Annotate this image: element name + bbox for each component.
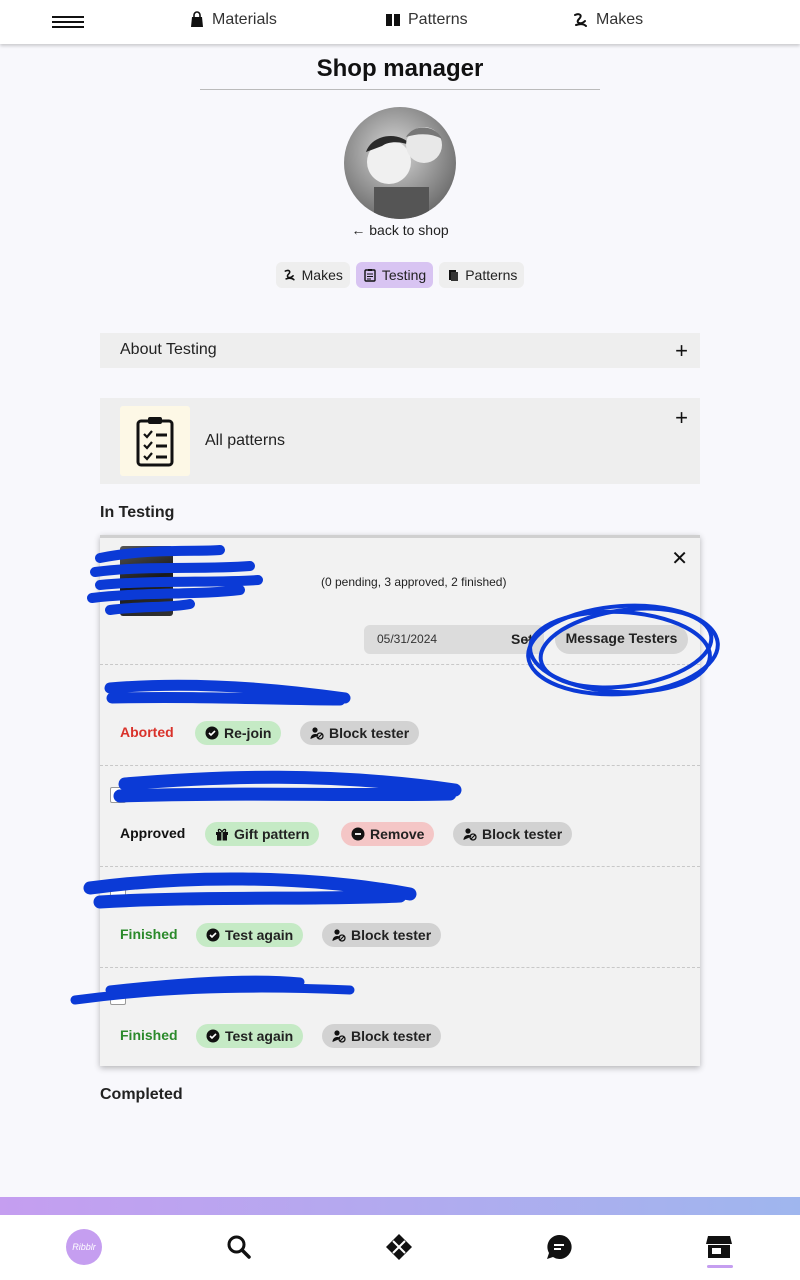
test-again-label: Test again [225, 1028, 294, 1044]
back-to-shop-link[interactable]: ← back to shop [300, 222, 500, 238]
shop-icon [706, 1236, 732, 1258]
tester-checkbox[interactable] [110, 888, 126, 904]
tab-testing[interactable]: Testing [355, 262, 434, 288]
test-again-button[interactable]: Test again [196, 1024, 304, 1048]
tab-patterns[interactable]: Patterns [439, 262, 525, 288]
minus-circle-icon [351, 827, 365, 841]
nav-makes-label: Makes [596, 11, 644, 28]
tester-checkbox[interactable] [110, 686, 126, 702]
block-tester-label: Block tester [482, 826, 563, 842]
block-user-icon [332, 929, 346, 942]
tester-status: Approved [120, 825, 186, 841]
clipboard-icon [364, 269, 376, 282]
tab-testing-label: Testing [381, 267, 427, 283]
tester-checkbox[interactable] [110, 989, 126, 1005]
chat-button[interactable] [541, 1229, 577, 1265]
tab-patterns-label: Patterns [465, 267, 518, 283]
patterns-button[interactable] [381, 1229, 417, 1265]
gift-pattern-button[interactable]: Gift pattern [205, 822, 320, 846]
tester-counts: (0 pending, 3 approved, 2 finished) [321, 575, 507, 589]
tester-row: Finished Test again Block tester [100, 866, 700, 967]
nav-materials[interactable]: Materials [188, 11, 277, 29]
pattern-icon [386, 1234, 412, 1260]
check-circle-icon [205, 726, 219, 740]
in-testing-heading: In Testing [100, 504, 175, 521]
block-tester-label: Block tester [351, 927, 432, 943]
tester-row: Finished Test again Block tester [100, 967, 700, 1068]
set-date-button[interactable]: Set [511, 631, 533, 647]
home-logo-button[interactable]: Ribblr [66, 1229, 102, 1265]
message-testers-button[interactable]: Message Testers [555, 625, 688, 654]
makes-icon [284, 269, 295, 281]
chat-icon [547, 1234, 572, 1259]
gift-icon [216, 828, 228, 841]
test-again-button[interactable]: Test again [196, 923, 304, 947]
shop-tabs: Makes Testing Patterns [0, 262, 800, 288]
rejoin-button[interactable]: Re-join [195, 721, 282, 745]
ribblr-logo: Ribblr [66, 1229, 102, 1265]
block-tester-button[interactable]: Block tester [322, 923, 442, 947]
search-button[interactable] [221, 1229, 257, 1265]
block-tester-label: Block tester [351, 1028, 432, 1044]
expand-plus-icon[interactable]: + [675, 338, 688, 364]
block-tester-button[interactable]: Block tester [453, 822, 573, 846]
tester-row: Approved Gift pattern Remove Block teste… [100, 765, 700, 866]
remove-button[interactable]: Remove [341, 822, 435, 846]
check-circle-icon [206, 1029, 220, 1043]
tester-checkbox[interactable] [110, 787, 126, 803]
pattern-thumbnail[interactable] [120, 546, 173, 616]
block-tester-button[interactable]: Block tester [300, 721, 420, 745]
clipboard-checklist-icon [120, 406, 190, 476]
deadline-date-value: 05/31/2024 [377, 632, 438, 646]
menu-icon[interactable] [52, 16, 84, 30]
nav-materials-label: Materials [212, 11, 277, 28]
block-tester-button[interactable]: Block tester [322, 1024, 442, 1048]
about-testing-label: About Testing [120, 341, 217, 358]
tester-status: Aborted [120, 724, 174, 740]
testing-pattern-card: (0 pending, 3 approved, 2 finished) ✕ 05… [100, 535, 700, 1066]
bottom-nav-bar: Ribblr [0, 1215, 800, 1280]
about-testing-panel[interactable]: About Testing + [100, 333, 700, 368]
bag-icon [191, 11, 203, 27]
shop-avatar [344, 107, 456, 219]
bottom-gradient-bar [0, 1197, 800, 1215]
active-tab-indicator [707, 1265, 733, 1268]
book-icon [386, 14, 400, 26]
block-user-icon [332, 1030, 346, 1043]
all-patterns-panel[interactable]: All patterns + [100, 398, 700, 484]
gift-pattern-label: Gift pattern [234, 826, 310, 842]
block-tester-label: Block tester [329, 725, 410, 741]
tester-status: Finished [120, 1027, 178, 1043]
book-icon [449, 270, 459, 281]
tester-status: Finished [120, 926, 178, 942]
nav-patterns-label: Patterns [408, 11, 468, 28]
remove-label: Remove [370, 826, 425, 842]
tester-row: Aborted Re-join Block tester [100, 664, 700, 765]
tab-makes[interactable]: Makes [275, 262, 350, 288]
close-icon[interactable]: ✕ [671, 546, 688, 571]
block-user-icon [463, 828, 477, 841]
nav-makes[interactable]: Makes [572, 11, 643, 29]
completed-heading: Completed [100, 1086, 183, 1103]
page-title: Shop manager [200, 55, 600, 90]
shop-button[interactable] [701, 1229, 737, 1265]
nav-patterns[interactable]: Patterns [384, 11, 468, 29]
rejoin-label: Re-join [224, 725, 272, 741]
block-user-icon [310, 727, 324, 740]
all-patterns-label: All patterns [205, 432, 286, 449]
check-circle-icon [206, 928, 220, 942]
makes-icon [574, 13, 587, 27]
tab-makes-label: Makes [301, 267, 343, 283]
expand-plus-icon[interactable]: + [675, 405, 688, 431]
test-again-label: Test again [225, 927, 294, 943]
top-nav-bar: Materials Patterns Makes [0, 0, 800, 44]
search-icon [227, 1235, 251, 1259]
